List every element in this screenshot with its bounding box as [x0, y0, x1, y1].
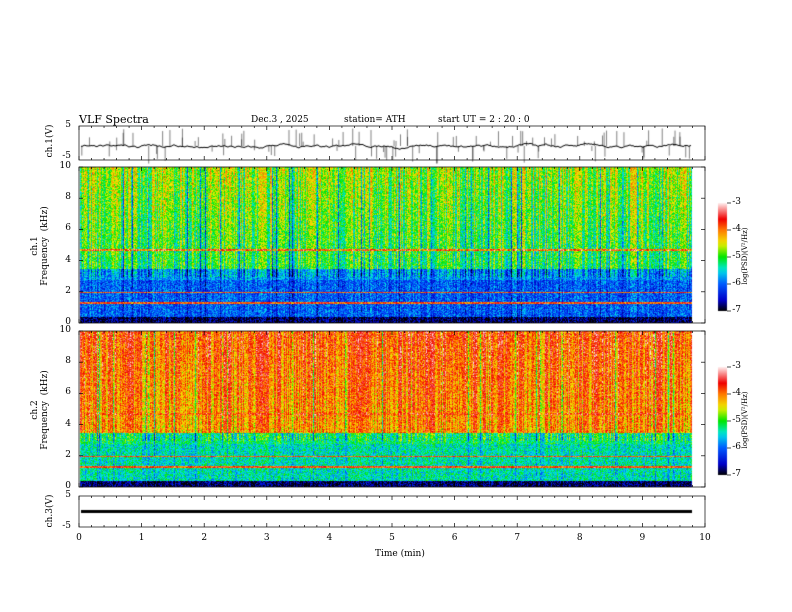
colorbar-tick-label: -6	[732, 278, 741, 288]
ch1-ylabel: ch.1(V)	[45, 124, 55, 158]
freq-y-tick-label: 6	[65, 223, 71, 234]
colorbar-tick-label: -5	[732, 251, 741, 261]
colorbar-tick-label: -6	[732, 442, 741, 452]
axes-overlay	[78, 125, 731, 528]
x-tick-label: 10	[699, 533, 711, 543]
colorbar-tick-label: -4	[732, 388, 741, 398]
colorbar-tick-label: -7	[732, 305, 741, 315]
figure-title: VLF Spectra	[79, 113, 149, 126]
ch3-y-tick-label: 5	[65, 490, 71, 500]
freq-y-tick-label: 0	[65, 481, 71, 491]
x-tick-label: 5	[389, 533, 395, 543]
x-tick-label: 8	[576, 533, 583, 543]
colorbar1-label: log(PSD)(V²/Hz)	[741, 227, 749, 285]
x-tick-label: 9	[639, 533, 646, 543]
vlf-spectra-figure: VLF Spectra Dec.3 , 2025 station= ATH st…	[0, 0, 792, 612]
x-tick-label: 7	[514, 533, 521, 543]
ch2-spectrogram-panel	[78, 330, 706, 488]
x-tick-label: 3	[263, 533, 270, 543]
date-label: Dec.3 , 2025	[251, 115, 309, 125]
x-axis-label: Time (min)	[375, 549, 425, 559]
ch1-freq-ylabel: ch.1 Frequency (kHz)	[30, 206, 50, 286]
freq-y-tick-label: 2	[65, 285, 71, 296]
colorbar2-label: log(PSD)(V²/Hz)	[741, 391, 749, 449]
station-label: station= ATH	[344, 115, 406, 125]
x-tick-label: 1	[138, 533, 145, 543]
ch1-waveform-panel	[78, 125, 706, 161]
ch3-waveform-panel	[78, 495, 706, 528]
ch2-freq-ylabel: ch.2 Frequency (kHz)	[30, 370, 50, 450]
colorbar-tick-label: -7	[732, 469, 741, 479]
colorbar-tick-label: -5	[732, 415, 741, 425]
freq-y-tick-label: 10	[59, 325, 71, 335]
x-tick-label: 0	[76, 533, 82, 543]
colorbar-tick-label: -3	[732, 361, 741, 371]
colorbar-tick-label: -4	[732, 224, 741, 234]
ch1-spectrogram-panel	[78, 166, 706, 324]
freq-y-tick-label: 4	[65, 418, 71, 429]
x-tick-label: 4	[326, 533, 333, 543]
ch1-y-tick-label: 5	[65, 120, 71, 130]
ch1-y-tick-label: -5	[62, 151, 71, 161]
freq-y-tick-label: 4	[65, 254, 71, 265]
ch3-y-tick-label: -5	[62, 521, 71, 531]
x-tick-label: 2	[201, 533, 208, 543]
start-time-label: start UT = 2 : 20 : 0	[438, 115, 530, 125]
freq-y-tick-label: 6	[65, 387, 71, 398]
freq-y-tick-label: 10	[59, 161, 71, 171]
freq-y-tick-label: 2	[65, 449, 71, 460]
colorbar-tick-label: -3	[732, 197, 741, 207]
ch3-ylabel: ch.3(V)	[45, 494, 55, 528]
freq-y-tick-label: 8	[65, 192, 71, 203]
x-tick-label: 6	[451, 533, 458, 543]
freq-y-tick-label: 8	[65, 356, 71, 367]
